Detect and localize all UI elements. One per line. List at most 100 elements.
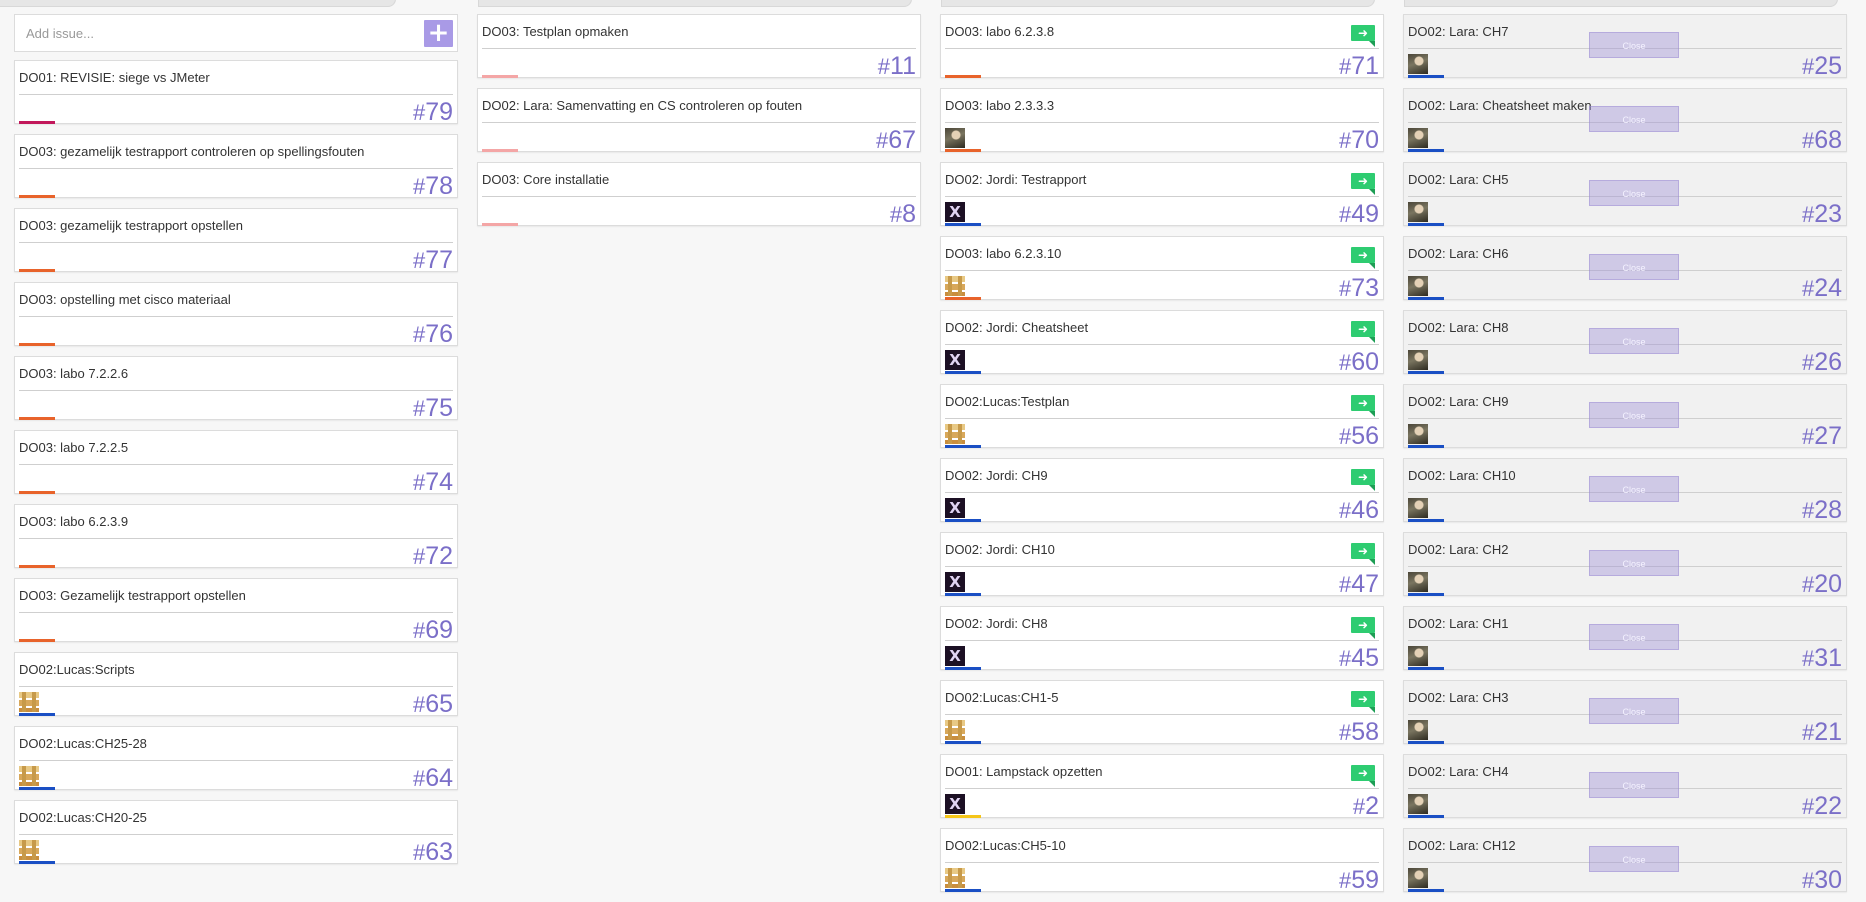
- issue-title[interactable]: DO02: Jordi: CH9: [945, 468, 1343, 483]
- assignee-avatar[interactable]: [19, 692, 39, 712]
- issue-card[interactable]: DO02: Lara: CH2 #20 Close: [1403, 532, 1847, 598]
- move-arrow-icon[interactable]: ➜: [1351, 247, 1375, 269]
- assignee-avatar[interactable]: [1408, 572, 1428, 592]
- issue-number[interactable]: #31: [1802, 644, 1842, 673]
- move-arrow-icon[interactable]: ➜: [1351, 469, 1375, 491]
- issue-number[interactable]: #68: [1802, 126, 1842, 155]
- issue-number[interactable]: #49: [1339, 200, 1379, 229]
- issue-title[interactable]: DO01: Lampstack opzetten: [945, 764, 1343, 779]
- close-button[interactable]: Close: [1589, 254, 1679, 280]
- assignee-avatar[interactable]: [1408, 54, 1428, 74]
- move-arrow-icon[interactable]: ➜: [1351, 25, 1375, 47]
- issue-card[interactable]: DO03: labo 2.3.3.3 #70: [940, 88, 1384, 154]
- issue-number[interactable]: #2: [1353, 792, 1379, 821]
- issue-number[interactable]: #25: [1802, 52, 1842, 81]
- issue-card[interactable]: DO02: Lara: Samenvatting en CS controler…: [477, 88, 921, 155]
- issue-number[interactable]: #72: [413, 542, 453, 571]
- issue-number[interactable]: #79: [413, 98, 453, 127]
- issue-number[interactable]: #63: [413, 838, 453, 867]
- issue-number[interactable]: #22: [1802, 792, 1842, 821]
- issue-card[interactable]: DO02: Lara: CH5 #23 Close: [1403, 162, 1847, 228]
- close-button[interactable]: Close: [1589, 550, 1679, 576]
- issue-card[interactable]: DO02:Lucas:CH5-10 #59: [940, 828, 1384, 895]
- move-arrow-icon[interactable]: ➜: [1351, 543, 1375, 565]
- issue-title[interactable]: DO02:Lucas:Testplan: [945, 394, 1343, 409]
- issue-number[interactable]: #46: [1339, 496, 1379, 525]
- issue-number[interactable]: #73: [1339, 274, 1379, 303]
- issue-title[interactable]: DO02: Jordi: Testrapport: [945, 172, 1343, 187]
- issue-card[interactable]: DO02:Lucas:CH1-5 #58 ➜: [940, 680, 1384, 747]
- issue-title[interactable]: DO03: labo 7.2.2.5: [19, 440, 417, 455]
- issue-title[interactable]: DO03: labo 2.3.3.3: [945, 98, 1343, 113]
- issue-card[interactable]: DO03: labo 7.2.2.5 #74: [14, 430, 458, 497]
- assignee-avatar[interactable]: [945, 572, 965, 592]
- issue-title[interactable]: DO02: Jordi: CH10: [945, 542, 1343, 557]
- assignee-avatar[interactable]: [19, 840, 39, 860]
- issue-card[interactable]: DO03: gezamelijk testrapport opstellen #7…: [14, 208, 458, 275]
- move-arrow-icon[interactable]: ➜: [1351, 321, 1375, 343]
- issue-number[interactable]: #24: [1802, 274, 1842, 303]
- issue-card[interactable]: DO03: labo 6.2.3.9 #72: [14, 504, 458, 571]
- close-button[interactable]: Close: [1589, 476, 1679, 502]
- issue-card[interactable]: DO01: REVISIE: siege vs JMeter #79: [14, 60, 458, 127]
- issue-title[interactable]: DO02:Lucas:Scripts: [19, 662, 417, 677]
- move-arrow-icon[interactable]: ➜: [1351, 617, 1375, 639]
- assignee-avatar[interactable]: [945, 350, 965, 370]
- issue-card[interactable]: DO02: Lara: CH4 #22 Close: [1403, 754, 1847, 821]
- issue-title[interactable]: DO03: Gezamelijk testrapport opstellen: [19, 588, 417, 603]
- issue-card[interactable]: DO02: Lara: CH3 #21 Close: [1403, 680, 1847, 746]
- issue-card[interactable]: DO02: Lara: CH12 #30 Close: [1403, 828, 1847, 894]
- issue-number[interactable]: #78: [413, 172, 453, 201]
- assignee-avatar[interactable]: [945, 128, 965, 148]
- close-button[interactable]: Close: [1589, 32, 1679, 58]
- issue-title[interactable]: DO02: Jordi: CH8: [945, 616, 1343, 631]
- issue-card[interactable]: DO03: gezamelijk testrapport controleren…: [14, 134, 458, 201]
- issue-title[interactable]: DO03: labo 6.2.3.10: [945, 246, 1343, 261]
- issue-number[interactable]: #58: [1339, 718, 1379, 747]
- assignee-avatar[interactable]: [1408, 202, 1428, 222]
- issue-title[interactable]: DO03: Core installatie: [482, 172, 880, 187]
- assignee-avatar[interactable]: [945, 202, 965, 222]
- issue-title[interactable]: DO01: REVISIE: siege vs JMeter: [19, 70, 417, 85]
- assignee-avatar[interactable]: [945, 424, 965, 444]
- issue-number[interactable]: #26: [1802, 348, 1842, 377]
- issue-title[interactable]: DO02:Lucas:CH25-28: [19, 736, 417, 751]
- issue-title[interactable]: DO03: labo 7.2.2.6: [19, 366, 417, 381]
- move-arrow-icon[interactable]: ➜: [1351, 691, 1375, 713]
- issue-number[interactable]: #60: [1339, 348, 1379, 377]
- issue-number[interactable]: #59: [1339, 866, 1379, 895]
- issue-title[interactable]: DO02:Lucas:CH1-5: [945, 690, 1343, 705]
- issue-card[interactable]: DO03: Gezamelijk testrapport opstellen #6…: [14, 578, 458, 645]
- issue-card[interactable]: DO02: Jordi: Testrapport #49 ➜: [940, 162, 1384, 229]
- issue-card[interactable]: DO01: Lampstack opzetten #2 ➜: [940, 754, 1384, 821]
- issue-title[interactable]: DO02:Lucas:CH5-10: [945, 838, 1343, 853]
- issue-card[interactable]: DO02: Lara: CH1 #31 Close: [1403, 606, 1847, 673]
- issue-number[interactable]: #11: [878, 52, 916, 81]
- close-button[interactable]: Close: [1589, 106, 1679, 132]
- issue-number[interactable]: #77: [413, 246, 453, 275]
- assignee-avatar[interactable]: [1408, 128, 1428, 148]
- issue-title[interactable]: DO03: labo 6.2.3.9: [19, 514, 417, 529]
- issue-number[interactable]: #67: [876, 126, 916, 155]
- issue-number[interactable]: #74: [413, 468, 453, 497]
- close-button[interactable]: Close: [1589, 698, 1679, 724]
- issue-number[interactable]: #76: [413, 320, 453, 349]
- issue-card[interactable]: DO03: Testplan opmaken #11: [477, 14, 921, 81]
- issue-card[interactable]: DO02:Lucas:Scripts #65: [14, 652, 458, 718]
- issue-number[interactable]: #28: [1802, 496, 1842, 525]
- assignee-avatar[interactable]: [945, 794, 965, 814]
- issue-number[interactable]: #8: [890, 200, 916, 229]
- assignee-avatar[interactable]: [945, 720, 965, 740]
- issue-number[interactable]: #69: [413, 616, 453, 645]
- issue-title[interactable]: DO03: opstelling met cisco materiaal: [19, 292, 417, 307]
- close-button[interactable]: Close: [1589, 624, 1679, 650]
- assignee-avatar[interactable]: [1408, 276, 1428, 296]
- close-button[interactable]: Close: [1589, 846, 1679, 872]
- issue-number[interactable]: #71: [1339, 52, 1379, 81]
- close-button[interactable]: Close: [1589, 772, 1679, 798]
- assignee-avatar[interactable]: [1408, 424, 1428, 444]
- assignee-avatar[interactable]: [945, 646, 965, 666]
- issue-number[interactable]: #47: [1339, 570, 1379, 599]
- issue-number[interactable]: #45: [1339, 644, 1379, 673]
- close-button[interactable]: Close: [1589, 328, 1679, 354]
